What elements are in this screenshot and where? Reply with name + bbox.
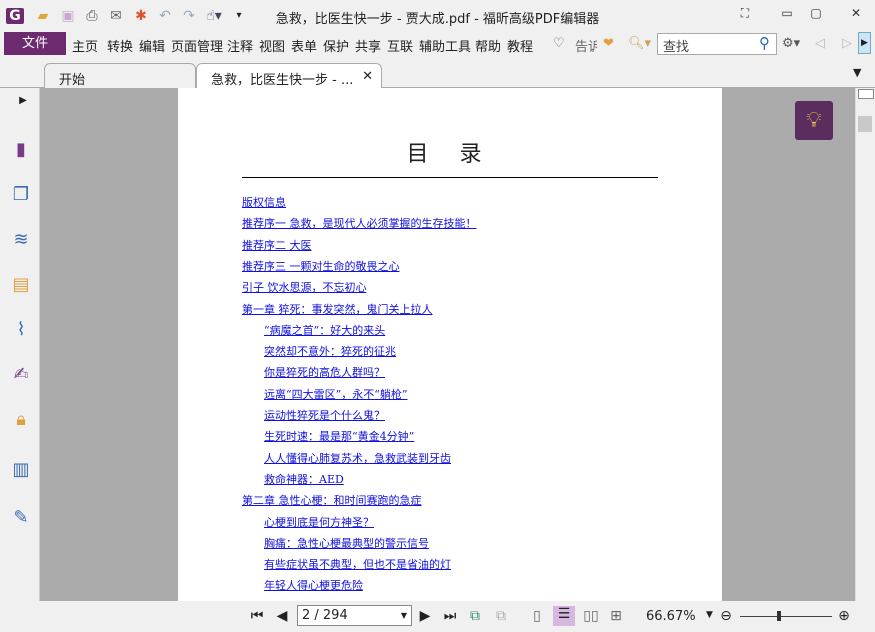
page-number-input[interactable]: 2 / 294 ▼ (297, 605, 412, 626)
comments-icon[interactable]: ▤ (10, 274, 32, 296)
expand-panel-icon[interactable]: ▶ (18, 90, 28, 112)
toc-link[interactable]: 第一章 猝死：事发突然，鬼门关上拉人 (242, 301, 433, 317)
back-icon[interactable]: ◁ (815, 36, 825, 51)
restore-button[interactable]: ▢ (806, 6, 826, 22)
menu-file[interactable]: 文件 (4, 32, 66, 55)
tab-label: 开始 (59, 73, 86, 88)
tab-bar: 开始 急救，比医生快一步 - ... ✕ ▼ (0, 60, 875, 89)
toc-title: 目 录 (406, 142, 494, 167)
toc-link[interactable]: 生死时速：最是那“黄金4分钟” (264, 428, 414, 444)
toc-link[interactable]: 你是猝死的高危人群吗？ (264, 364, 385, 380)
menu-home[interactable]: 主页 (72, 36, 98, 55)
lightbulb-icon[interactable]: ♡ (553, 36, 565, 51)
toc-link[interactable]: 运动性猝死是个什么鬼？ (264, 407, 385, 423)
zoom-in-icon[interactable]: ⊕ (835, 608, 853, 624)
search-icon[interactable]: ⚲ (759, 34, 770, 52)
security-lock-icon[interactable]: 🔒︎ (10, 409, 32, 431)
toc-link[interactable]: 引子 饮水思源，不忘初心 (242, 279, 367, 295)
toc-link[interactable]: 第二章 急性心梗：和时间赛跑的急症 (242, 492, 422, 508)
fullscreen-icon[interactable]: ⛶ (735, 6, 755, 22)
menu-accessibility[interactable]: 辅助工具 (419, 36, 471, 55)
form-fields-icon[interactable]: ▥ (10, 459, 32, 481)
first-page-icon[interactable]: ⏮ (248, 608, 266, 624)
continuous-facing-icon[interactable]: ⊞ (607, 608, 625, 624)
zoom-level[interactable]: 66.67% (646, 609, 696, 624)
toc-link[interactable]: 推荐序二 大医 (242, 237, 312, 253)
settings-icon[interactable]: ⚙▾ (782, 36, 800, 51)
single-page-icon[interactable]: ▯ (528, 608, 546, 624)
favorite-icon[interactable]: ❤ (603, 36, 614, 51)
navigation-panel: ▶ ▮ ❐ ≋ ▤ ⌇ ✍ 🔒︎ ▥ ✎ (0, 88, 40, 601)
forward-icon[interactable]: ▷ (842, 36, 852, 51)
tab-document[interactable]: 急救，比医生快一步 - ... ✕ (196, 63, 382, 89)
toc-link[interactable]: 心梗到底是何方神圣？ (264, 514, 374, 530)
toc-link[interactable]: 推荐序三 一颗对生命的敬畏之心 (242, 258, 400, 274)
previous-view-icon[interactable]: ⧉ (466, 608, 484, 624)
page-dropdown-icon[interactable]: ▼ (401, 611, 407, 620)
status-bar: ⏮ ◀ ▶ ⏭ ⧉ ⧉ ▯ ☰ ▯▯ ⊞ 66.67% ▼ ⊖ ⊕ (0, 601, 875, 632)
menu-connect[interactable]: 互联 (387, 36, 413, 55)
zoom-out-icon[interactable]: ⊖ (717, 608, 735, 624)
menu-protect[interactable]: 保护 (323, 36, 349, 55)
close-button[interactable]: ✕ (846, 6, 866, 22)
menu-tutorial[interactable]: 教程 (507, 36, 533, 55)
toc-link[interactable]: 版权信息 (242, 194, 286, 210)
scroll-up-button[interactable] (858, 89, 874, 99)
lightbulb-icon[interactable]: 💡︎ (795, 101, 833, 140)
divider (242, 177, 658, 178)
title-bar: G ▰ ▣ ⎙ ✉ ✱ ↶ ↷ ☝▾ ▾ 急救，比医生快一步 - 贾大成.pdf… (0, 0, 875, 32)
pages-icon[interactable]: ❐ (10, 184, 32, 206)
expand-ribbon-button[interactable]: ▶ (858, 32, 871, 54)
menu-share[interactable]: 共享 (355, 36, 381, 55)
toc-link[interactable]: 远离“四大雷区”，永不“躺枪” (264, 386, 408, 402)
attachments-icon[interactable]: ⌇ (10, 319, 32, 341)
tab-list-dropdown-icon[interactable]: ▼ (853, 66, 861, 79)
page-thumbnails-icon[interactable]: ▮ (10, 139, 32, 161)
toc-link[interactable]: 年轻人得心梗更危险 (264, 577, 363, 593)
continuous-page-icon[interactable]: ☰ (553, 606, 575, 626)
document-view[interactable]: 目 录 版权信息推荐序一 急救，是现代人必须掌握的生存技能！ 推荐序二 大医推荐序… (40, 88, 855, 601)
last-page-icon[interactable]: ⏭ (441, 608, 459, 624)
next-page-icon[interactable]: ▶ (416, 608, 434, 624)
toc-link[interactable]: 突然却不意外：猝死的征兆 (264, 343, 396, 359)
vertical-scrollbar[interactable] (855, 88, 875, 601)
minimize-button[interactable]: ▭ (777, 6, 797, 22)
tab-label: 急救，比医生快一步 - ... (211, 73, 354, 88)
close-tab-icon[interactable]: ✕ (362, 69, 373, 84)
menu-help[interactable]: 帮助 (475, 36, 501, 55)
find-folder-icon[interactable]: 🔍︎▾ (628, 36, 651, 51)
menu-convert[interactable]: 转换 (107, 36, 133, 55)
menu-view[interactable]: 视图 (259, 36, 285, 55)
toc-link[interactable]: 有些症状虽不典型，但也不是省油的灯 (264, 556, 451, 572)
layers-icon[interactable]: ≋ (10, 229, 32, 251)
scrollbar-thumb[interactable] (858, 116, 872, 132)
facing-pages-icon[interactable]: ▯▯ (582, 608, 600, 624)
next-view-icon[interactable]: ⧉ (492, 608, 510, 624)
zoom-slider-thumb[interactable] (776, 611, 781, 621)
signatures-icon[interactable]: ✍ (10, 364, 32, 386)
zoom-slider[interactable] (740, 616, 832, 617)
previous-page-icon[interactable]: ◀ (273, 608, 291, 624)
toc-link[interactable]: 推荐序一 急救，是现代人必须掌握的生存技能！ (242, 215, 477, 231)
toc-link[interactable]: 胸痛：急性心梗最典型的警示信号 (264, 535, 429, 551)
ribbon-menu: 文件 主页 转换 编辑 页面管理 注释 视图 表单 保护 共享 互联 辅助工具 … (0, 32, 875, 56)
toc-link[interactable]: “病魔之首”：好大的来头 (264, 322, 385, 338)
toc-link[interactable]: 救命神器：AED (264, 471, 344, 487)
toc-link[interactable]: 人人懂得心肺复苏术，急救武装到牙齿 (264, 450, 451, 466)
zoom-dropdown-icon[interactable]: ▼ (706, 610, 713, 620)
certificate-icon[interactable]: ✎ (10, 507, 32, 529)
tab-start[interactable]: 开始 (44, 63, 196, 89)
tell-me[interactable]: 告诉 (575, 36, 597, 55)
page-number: 2 / 294 (302, 608, 348, 623)
pdf-page: 目 录 版权信息推荐序一 急救，是现代人必须掌握的生存技能！ 推荐序二 大医推荐序… (178, 88, 722, 601)
menu-edit[interactable]: 编辑 (139, 36, 165, 55)
menu-form[interactable]: 表单 (291, 36, 317, 55)
menu-comment[interactable]: 注释 (227, 36, 253, 55)
menu-page-management[interactable]: 页面管理 (171, 36, 223, 55)
